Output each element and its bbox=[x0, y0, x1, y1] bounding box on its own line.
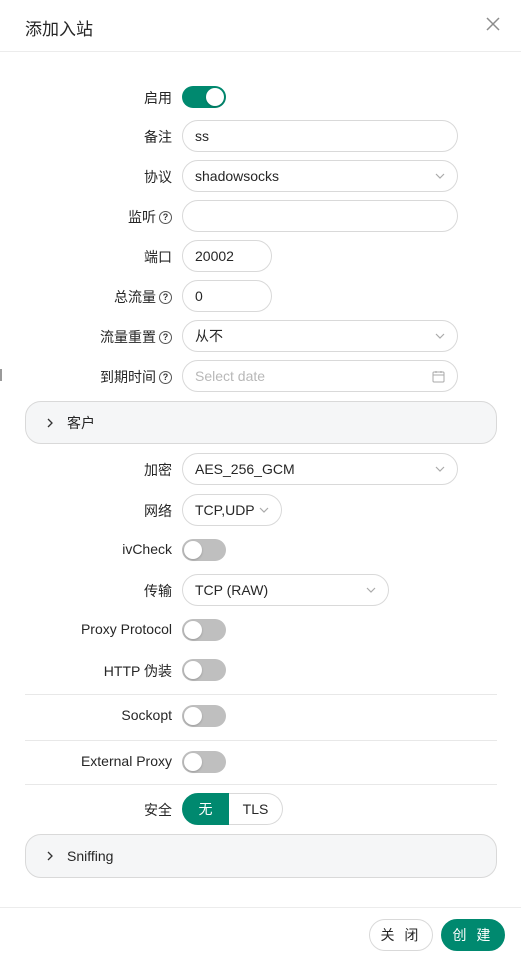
close-button[interactable]: 关 闭 bbox=[369, 919, 433, 951]
expiry-label: 到期时间? bbox=[100, 367, 172, 387]
enable-row: 启用 bbox=[0, 86, 521, 108]
close-icon[interactable] bbox=[484, 15, 502, 33]
modal-title: 添加入站 bbox=[25, 20, 93, 39]
proxy-protocol-row: Proxy Protocol bbox=[0, 619, 521, 641]
remark-input[interactable]: ss bbox=[182, 120, 458, 152]
calendar-icon bbox=[432, 371, 445, 383]
sockopt-label: Sockopt bbox=[121, 707, 172, 723]
question-circle-icon[interactable]: ? bbox=[159, 370, 172, 384]
sockopt-row: Sockopt bbox=[0, 705, 521, 727]
clients-title: 客户 bbox=[67, 414, 95, 431]
chevron-right-icon bbox=[47, 851, 53, 861]
expiry-date-picker[interactable]: Select date bbox=[182, 360, 458, 392]
security-label: 安全 bbox=[144, 802, 172, 818]
ivcheck-switch[interactable] bbox=[182, 539, 226, 561]
total-traffic-input[interactable]: 0 bbox=[182, 280, 272, 312]
proxy-protocol-switch[interactable] bbox=[182, 619, 226, 641]
remark-row: 备注 ss bbox=[0, 120, 521, 152]
protocol-label: 协议 bbox=[144, 169, 172, 185]
network-row: 网络 TCP,UDP bbox=[0, 494, 521, 526]
traffic-reset-label: 流量重置? bbox=[100, 327, 172, 347]
chevron-down-icon bbox=[435, 173, 445, 179]
chevron-down-icon bbox=[435, 466, 445, 472]
http-camouflage-switch[interactable] bbox=[182, 659, 226, 681]
protocol-select[interactable]: shadowsocks bbox=[182, 160, 458, 192]
switch-knob bbox=[184, 753, 202, 771]
total-traffic-row: 总流量? 0 bbox=[0, 280, 521, 312]
security-radio-group: 无 TLS bbox=[182, 793, 283, 825]
question-circle-icon[interactable]: ? bbox=[159, 330, 172, 344]
external-proxy-label: External Proxy bbox=[80, 753, 172, 769]
modal-header: 添加入站 bbox=[0, 0, 521, 52]
sniffing-collapse[interactable]: Sniffing bbox=[25, 834, 497, 878]
encryption-label: 加密 bbox=[144, 462, 172, 478]
listen-input[interactable] bbox=[182, 200, 458, 232]
question-circle-icon[interactable]: ? bbox=[159, 290, 172, 304]
listen-row: 监听? bbox=[0, 200, 521, 232]
security-option-none[interactable]: 无 bbox=[182, 793, 229, 825]
chevron-down-icon bbox=[435, 333, 445, 339]
transport-label: 传输 bbox=[144, 583, 172, 599]
traffic-reset-select[interactable]: 从不 bbox=[182, 320, 458, 352]
port-input[interactable]: 20002 bbox=[182, 240, 272, 272]
clients-collapse[interactable]: 客户 bbox=[25, 401, 497, 444]
ivcheck-row: ivCheck bbox=[0, 539, 521, 561]
port-label: 端口 bbox=[144, 249, 172, 265]
traffic-reset-row: 流量重置? 从不 bbox=[0, 320, 521, 352]
proxy-protocol-label: Proxy Protocol bbox=[80, 621, 172, 637]
security-option-tls[interactable]: TLS bbox=[229, 793, 283, 825]
http-camouflage-label: HTTP 伪装 bbox=[103, 663, 172, 679]
transport-row: 传输 TCP (RAW) bbox=[0, 574, 521, 606]
add-inbound-modal: 添加入站 启用 备注 ss 协议 shadowsocks 监听? 端口 2000… bbox=[0, 0, 521, 960]
remark-label: 备注 bbox=[144, 129, 172, 145]
network-label: 网络 bbox=[144, 503, 172, 519]
switch-knob bbox=[184, 541, 202, 559]
switch-knob bbox=[184, 621, 202, 639]
divider bbox=[25, 694, 497, 695]
divider bbox=[25, 740, 497, 741]
chevron-down-icon bbox=[366, 587, 376, 593]
sockopt-switch[interactable] bbox=[182, 705, 226, 727]
enable-label: 启用 bbox=[144, 90, 172, 106]
http-camouflage-row: HTTP 伪装 bbox=[0, 659, 521, 681]
external-proxy-switch[interactable] bbox=[182, 751, 226, 773]
switch-knob bbox=[184, 707, 202, 725]
chevron-right-icon bbox=[47, 418, 53, 427]
sniffing-title: Sniffing bbox=[67, 848, 114, 864]
enable-switch[interactable] bbox=[182, 86, 226, 108]
transport-select[interactable]: TCP (RAW) bbox=[182, 574, 389, 606]
protocol-row: 协议 shadowsocks bbox=[0, 160, 521, 192]
ivcheck-label: ivCheck bbox=[122, 541, 172, 557]
encryption-row: 加密 AES_256_GCM bbox=[0, 453, 521, 485]
total-traffic-label: 总流量? bbox=[114, 287, 172, 307]
encryption-select[interactable]: AES_256_GCM bbox=[182, 453, 458, 485]
divider bbox=[25, 784, 497, 785]
chevron-down-icon bbox=[259, 507, 269, 513]
network-select[interactable]: TCP,UDP bbox=[182, 494, 282, 526]
modal-footer: 关 闭 创 建 bbox=[0, 907, 521, 960]
expiry-row: 到期时间? Select date bbox=[0, 360, 521, 392]
question-circle-icon[interactable]: ? bbox=[159, 210, 172, 224]
port-row: 端口 20002 bbox=[0, 240, 521, 272]
listen-label: 监听? bbox=[128, 207, 172, 227]
switch-knob bbox=[206, 88, 224, 106]
switch-knob bbox=[184, 661, 202, 679]
create-button[interactable]: 创 建 bbox=[441, 919, 505, 951]
external-proxy-row: External Proxy bbox=[0, 751, 521, 773]
